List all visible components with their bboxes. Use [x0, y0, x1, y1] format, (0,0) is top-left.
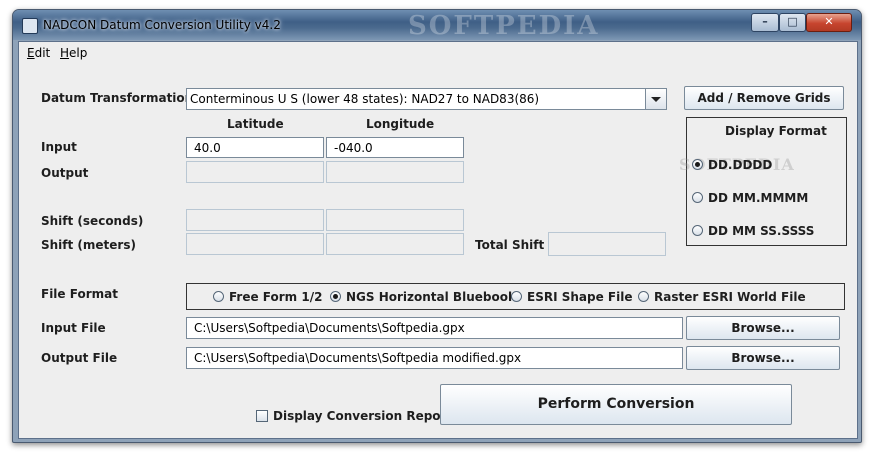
close-button[interactable]: ✕	[806, 13, 852, 32]
menu-help[interactable]: Help	[60, 46, 87, 60]
menu-help-label: elp	[69, 46, 88, 60]
output-latitude-field	[186, 161, 324, 183]
chevron-down-icon[interactable]	[645, 89, 666, 109]
output-file-field[interactable]: C:\Users\Softpedia\Documents\Softpedia m…	[186, 347, 683, 369]
display-report-checkbox[interactable]	[256, 410, 268, 422]
perform-conversion-button[interactable]: Perform Conversion	[440, 384, 792, 425]
title-bar[interactable]: NADCON Datum Conversion Utility v4.2 SOF…	[13, 10, 861, 41]
menu-edit-mnemonic: E	[27, 46, 35, 60]
file-format-group: Free Form 1/2 NGS Horizontal Bluebook ES…	[186, 283, 845, 310]
datum-transformation-select[interactable]: Conterminous U S (lower 48 states): NAD2…	[186, 88, 667, 110]
input-file-field[interactable]: C:\Users\Softpedia\Documents\Softpedia.g…	[186, 317, 683, 339]
display-format-group: SOFTPEDIA Display Format DD.DDDD DD MM.M…	[679, 117, 847, 246]
radio-dd[interactable]	[692, 159, 703, 170]
radio-free-form[interactable]	[213, 291, 224, 302]
maximize-icon: □	[787, 15, 798, 28]
latitude-header: Latitude	[227, 117, 284, 131]
maximize-button[interactable]: □	[779, 13, 806, 32]
output-longitude-field	[326, 161, 464, 183]
format-option-dd-label: DD.DDDD	[708, 158, 773, 172]
radio-ddmmss[interactable]	[692, 225, 703, 236]
file-format-ngs-bluebook-label: NGS Horizontal Bluebook	[346, 290, 516, 304]
output-label: Output	[41, 166, 89, 180]
display-report-label: Display Conversion Report	[273, 409, 453, 423]
add-remove-grids-button[interactable]: Add / Remove Grids	[684, 86, 844, 110]
longitude-header: Longitude	[366, 117, 435, 131]
app-icon	[22, 18, 38, 34]
format-option-ddmmss-label: DD MM SS.SSSS	[708, 224, 815, 238]
datum-selected-value: Conterminous U S (lower 48 states): NAD2…	[190, 92, 540, 106]
title-watermark: SOFTPEDIA	[408, 11, 600, 41]
input-file-label: Input File	[41, 321, 106, 335]
shift-meters-label: Shift (meters)	[41, 238, 136, 252]
input-label: Input	[41, 140, 77, 154]
menu-edit[interactable]: Edit	[27, 46, 50, 60]
input-longitude-field[interactable]: -040.0	[326, 137, 464, 158]
radio-ddmm[interactable]	[692, 192, 703, 203]
close-icon: ✕	[824, 15, 834, 28]
shift-seconds-label: Shift (seconds)	[41, 214, 144, 228]
menu-help-mnemonic: H	[60, 46, 70, 60]
file-format-free-form-label: Free Form 1/2	[229, 290, 323, 304]
file-format-label: File Format	[41, 287, 118, 301]
minimize-icon: –	[762, 15, 768, 28]
window-title: NADCON Datum Conversion Utility v4.2	[43, 18, 281, 32]
display-format-title: Display Format	[725, 124, 827, 138]
output-browse-button[interactable]: Browse...	[686, 346, 840, 370]
minimize-button[interactable]: –	[751, 13, 779, 32]
output-file-label: Output File	[41, 351, 118, 365]
file-format-esri-shape-label: ESRI Shape File	[527, 290, 633, 304]
client-area: Edit Help Datum Transformation Contermin…	[18, 41, 858, 439]
shift-meters-longitude-field	[326, 233, 464, 255]
radio-ngs-bluebook[interactable]	[330, 291, 341, 302]
radio-esri-shape[interactable]	[511, 291, 522, 302]
radio-raster-esri[interactable]	[638, 291, 649, 302]
input-browse-button[interactable]: Browse...	[686, 316, 840, 340]
total-shift-field	[548, 232, 666, 256]
file-format-raster-esri-label: Raster ESRI World File	[654, 290, 806, 304]
shift-seconds-latitude-field	[186, 209, 324, 231]
shift-meters-latitude-field	[186, 233, 324, 255]
menu-edit-label: dit	[34, 46, 51, 60]
app-window: NADCON Datum Conversion Utility v4.2 SOF…	[12, 9, 862, 443]
total-shift-label: Total Shift	[475, 238, 545, 252]
datum-transformation-label: Datum Transformation	[41, 91, 194, 105]
shift-seconds-longitude-field	[326, 209, 464, 231]
menu-bar: Edit Help	[19, 42, 857, 64]
input-latitude-field[interactable]: 40.0	[186, 137, 324, 158]
format-option-ddmm-label: DD MM.MMMM	[708, 191, 809, 205]
